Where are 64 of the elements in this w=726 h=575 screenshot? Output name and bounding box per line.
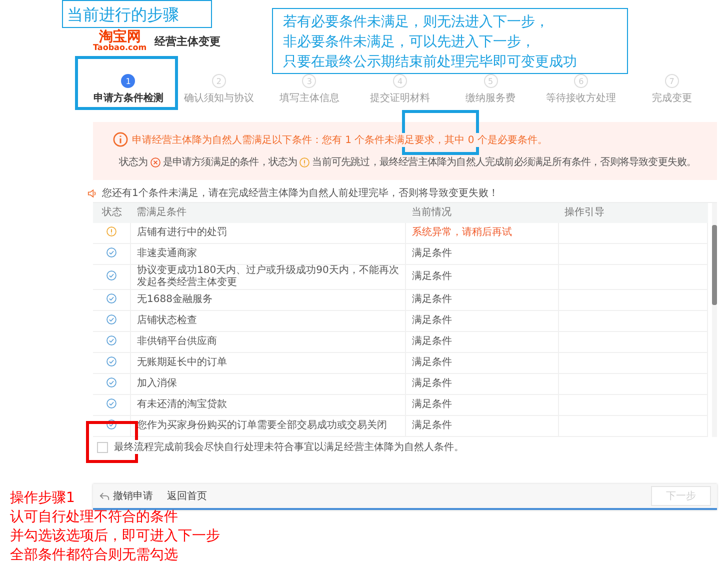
step-label[interactable]: 申请方条件检测 <box>93 91 164 105</box>
step-label[interactable]: 完成变更 <box>652 91 692 105</box>
check-circle-icon <box>106 398 117 408</box>
check-circle-icon <box>106 270 117 280</box>
check-circle-icon <box>106 376 117 388</box>
table-cell: 非速卖通商家 <box>137 248 197 259</box>
check-circle-icon <box>106 356 117 366</box>
info-icon <box>113 132 128 147</box>
annotation-text: 并勾选该选项后，即可进入下一步 <box>10 527 220 546</box>
annotation-text: 操作步骤1 <box>10 489 75 508</box>
home-link[interactable]: 返回首页 <box>167 489 207 503</box>
table-cell: 满足条件 <box>412 420 452 431</box>
legend-text: 状态为 <box>119 156 148 169</box>
table-cell: 满足条件 <box>412 271 452 282</box>
table-cell: 协议变更成功180天内、过户或升级成功90天内，不能再次发起各类经营主体变更 <box>137 265 399 288</box>
legend-text: 当前可先跳过，最终经营主体降为自然人完成前必须满足所有条件，否则将导致变更失败。 <box>312 156 696 169</box>
annotation-text: 全部条件都符合则无需勾选 <box>10 546 178 565</box>
column-header: 需满足条件 <box>136 207 186 218</box>
table-cell: 满足条件 <box>412 357 452 368</box>
table-cell: 店铺有进行中的处罚 <box>137 227 227 238</box>
table-cell: 无账期延长中的订单 <box>137 357 227 368</box>
check-circle-icon <box>106 314 117 324</box>
cancel-link[interactable]: 撤销申请 <box>99 489 153 503</box>
warning-icon <box>106 226 117 236</box>
column-header: 当前情况 <box>412 207 452 218</box>
page-title: 经营主体变更 <box>154 34 221 49</box>
step-label[interactable]: 提交证明材料 <box>370 91 430 105</box>
table-cell: 满足条件 <box>412 399 452 410</box>
table-cell: 满足条件 <box>412 294 452 305</box>
step-label[interactable]: 缴纳服务费 <box>466 91 516 105</box>
table-cell: 非供销平台供应商 <box>137 336 217 347</box>
annotation-text: 只要在最终公示期结束前处理完毕即可变更成功 <box>283 53 578 72</box>
warning-icon <box>299 156 310 168</box>
table-cell: 无1688金融服务 <box>137 294 212 305</box>
annotation-callout: 当前进行的步骤 <box>62 0 212 28</box>
notice-text: 您还有1个条件未满足，请在完成经营主体降为自然人前处理完毕，否则将导致变更失败！ <box>102 186 498 200</box>
back-arrow-icon <box>99 490 110 502</box>
checkbox[interactable] <box>97 442 108 452</box>
check-circle-icon <box>106 246 117 258</box>
scrollbar[interactable] <box>712 203 717 437</box>
annotation-text: 非必要条件未满足，可以先进入下一步， <box>283 33 536 52</box>
step-label[interactable]: 等待接收方处理 <box>546 91 616 105</box>
table-cell: 满足条件 <box>412 315 452 326</box>
annotation-text: 若有必要条件未满足，则无法进入下一步， <box>283 13 550 32</box>
step-number: 1 <box>121 74 136 88</box>
speaker-icon <box>87 188 98 198</box>
step-label[interactable]: 填写主体信息 <box>279 91 340 105</box>
table-cell: 满足条件 <box>412 378 452 389</box>
step-label[interactable]: 确认须知与协议 <box>184 91 254 105</box>
legend-text: 是申请方须满足的条件，状态为 <box>162 156 298 169</box>
table-cell: 店铺状态检查 <box>137 315 197 326</box>
check-circle-icon <box>106 292 117 304</box>
table-cell: 系统异常，请稍后再试 <box>412 227 512 238</box>
column-header: 操作引导 <box>564 207 604 218</box>
taobao-logo: 淘宝网 Taobao.com <box>93 30 147 52</box>
table-cell: 满足条件 <box>412 248 452 259</box>
table-cell: 有未还清的淘宝贷款 <box>137 399 227 410</box>
cross-circle-icon <box>150 156 161 168</box>
table-cell: 加入消保 <box>137 378 177 389</box>
annotation-text: 认可自行处理不符合的条件 <box>10 508 178 527</box>
column-header: 状态 <box>102 207 122 218</box>
table-cell: 满足条件 <box>412 336 452 347</box>
check-circle-icon <box>106 334 117 346</box>
check-circle-icon <box>106 418 117 430</box>
